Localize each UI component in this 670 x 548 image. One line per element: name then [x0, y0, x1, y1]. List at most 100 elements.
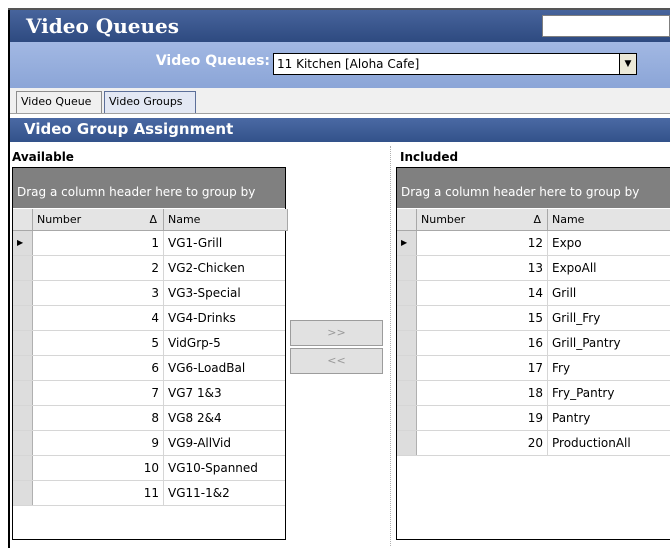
table-row[interactable]: 4 VG4-Drinks [13, 306, 285, 331]
row-selector[interactable] [13, 431, 33, 455]
table-row[interactable]: 20 ProductionAll [397, 431, 670, 456]
table-row[interactable]: 2 VG2-Chicken [13, 256, 285, 281]
sort-ascending-icon: Δ [533, 213, 541, 226]
row-selector[interactable] [397, 356, 417, 380]
row-number: 10 [33, 456, 164, 480]
table-row[interactable]: 7 VG7 1&3 [13, 381, 285, 406]
row-selector[interactable] [13, 356, 33, 380]
current-row-arrow-icon[interactable]: ▶ [13, 231, 33, 255]
included-grid-header: Number Δ Name [397, 209, 670, 231]
section-header: Video Group Assignment [10, 118, 670, 142]
row-selector[interactable] [397, 406, 417, 430]
title-bar-field [542, 15, 670, 37]
table-row[interactable]: ▶ 12 Expo [397, 231, 670, 256]
row-number: 6 [33, 356, 164, 380]
table-row[interactable]: ▶ 1 VG1-Grill [13, 231, 285, 256]
row-number: 5 [33, 331, 164, 355]
row-name: Fry [552, 361, 571, 375]
table-row[interactable]: 14 Grill [397, 281, 670, 306]
row-number: 18 [417, 381, 548, 405]
row-number: 16 [417, 331, 548, 355]
row-name: ExpoAll [552, 261, 597, 275]
available-header-selector [13, 209, 33, 231]
row-selector[interactable] [13, 406, 33, 430]
available-grid-header: Number Δ Name [13, 209, 288, 231]
row-number: 7 [33, 381, 164, 405]
included-label: Included [400, 150, 459, 164]
available-group-by-area[interactable]: Drag a column header here to group by [13, 168, 285, 208]
sort-ascending-icon: Δ [149, 213, 157, 226]
row-name: ProductionAll [552, 436, 631, 450]
table-row[interactable]: 5 VidGrp-5 [13, 331, 285, 356]
table-row[interactable]: 18 Fry_Pantry [397, 381, 670, 406]
row-selector[interactable] [13, 281, 33, 305]
tab-video-groups[interactable]: Video Groups [104, 91, 196, 113]
row-number: 12 [417, 231, 548, 255]
tab-video-queue[interactable]: Video Queue [16, 91, 102, 113]
row-selector[interactable] [13, 331, 33, 355]
available-header-number[interactable]: Number Δ [33, 209, 164, 231]
add-to-included-button[interactable]: >> [290, 320, 383, 346]
row-selector[interactable] [13, 456, 33, 480]
row-number: 4 [33, 306, 164, 330]
row-name: VidGrp-5 [168, 336, 221, 350]
remove-from-included-button[interactable]: << [290, 348, 383, 374]
table-row[interactable]: 9 VG9-AllVid [13, 431, 285, 456]
row-name: Expo [552, 236, 582, 250]
row-number: 17 [417, 356, 548, 380]
row-name: VG8 2&4 [168, 411, 222, 425]
available-header-name[interactable]: Name [164, 209, 288, 231]
row-number: 15 [417, 306, 548, 330]
current-row-arrow-icon[interactable]: ▶ [397, 231, 417, 255]
included-header-name[interactable]: Name [548, 209, 670, 231]
row-selector[interactable] [397, 381, 417, 405]
dropdown-arrow-icon[interactable]: ▼ [619, 54, 636, 74]
row-name: VG7 1&3 [168, 386, 222, 400]
row-selector[interactable] [397, 256, 417, 280]
table-row[interactable]: 16 Grill_Pantry [397, 331, 670, 356]
row-selector[interactable] [13, 481, 33, 505]
row-selector[interactable] [397, 306, 417, 330]
row-selector[interactable] [13, 256, 33, 280]
available-grid: Drag a column header here to group by Nu… [12, 167, 288, 540]
included-header-number-label: Number [421, 213, 466, 226]
table-row[interactable]: 8 VG8 2&4 [13, 406, 285, 431]
row-selector[interactable] [397, 431, 417, 455]
table-row[interactable]: 6 VG6-LoadBal [13, 356, 285, 381]
table-row[interactable]: 3 VG3-Special [13, 281, 285, 306]
table-row[interactable]: 13 ExpoAll [397, 256, 670, 281]
title-bar: Video Queues [10, 10, 670, 42]
included-group-by-hint: Drag a column header here to group by [401, 185, 640, 199]
row-name: Grill [552, 286, 577, 300]
video-queue-selector-label: Video Queues: [155, 53, 270, 69]
row-selector[interactable] [397, 331, 417, 355]
tab-bar: Video Queue Video Groups [10, 88, 670, 114]
table-row[interactable]: 19 Pantry [397, 406, 670, 431]
video-queue-dropdown-value: 11 Kitchen [Aloha Cafe] [277, 57, 420, 71]
available-group-by-hint: Drag a column header here to group by [17, 185, 256, 199]
row-number: 1 [33, 231, 164, 255]
row-selector[interactable] [397, 281, 417, 305]
available-label: Available [12, 150, 74, 164]
row-name: VG10-Spanned [168, 461, 258, 475]
row-selector[interactable] [13, 381, 33, 405]
video-queue-selector-bar: Video Queues: 11 Kitchen [Aloha Cafe] ▼ [10, 42, 670, 88]
table-row[interactable]: 11 VG11-1&2 [13, 481, 285, 506]
included-header-number[interactable]: Number Δ [417, 209, 548, 231]
page-title: Video Queues [26, 14, 179, 38]
section-title: Video Group Assignment [24, 120, 234, 138]
included-rows: ▶ 12 Expo 13 ExpoAll 14 Grill 15 Grill_Fry 16 Gril… [397, 231, 670, 456]
table-row[interactable]: 15 Grill_Fry [397, 306, 670, 331]
row-selector[interactable] [13, 306, 33, 330]
row-name: Pantry [552, 411, 591, 425]
row-number: 13 [417, 256, 548, 280]
table-row[interactable]: 17 Fry [397, 356, 670, 381]
included-group-by-area[interactable]: Drag a column header here to group by [397, 168, 670, 208]
video-queue-dropdown[interactable]: 11 Kitchen [Aloha Cafe] ▼ [273, 53, 637, 75]
row-name: VG9-AllVid [168, 436, 231, 450]
row-name: VG4-Drinks [168, 311, 236, 325]
row-number: 3 [33, 281, 164, 305]
table-row[interactable]: 10 VG10-Spanned [13, 456, 285, 481]
available-rows: ▶ 1 VG1-Grill 2 VG2-Chicken 3 VG3-Special 4 VG4-… [13, 231, 285, 506]
row-name: Grill_Pantry [552, 336, 621, 350]
